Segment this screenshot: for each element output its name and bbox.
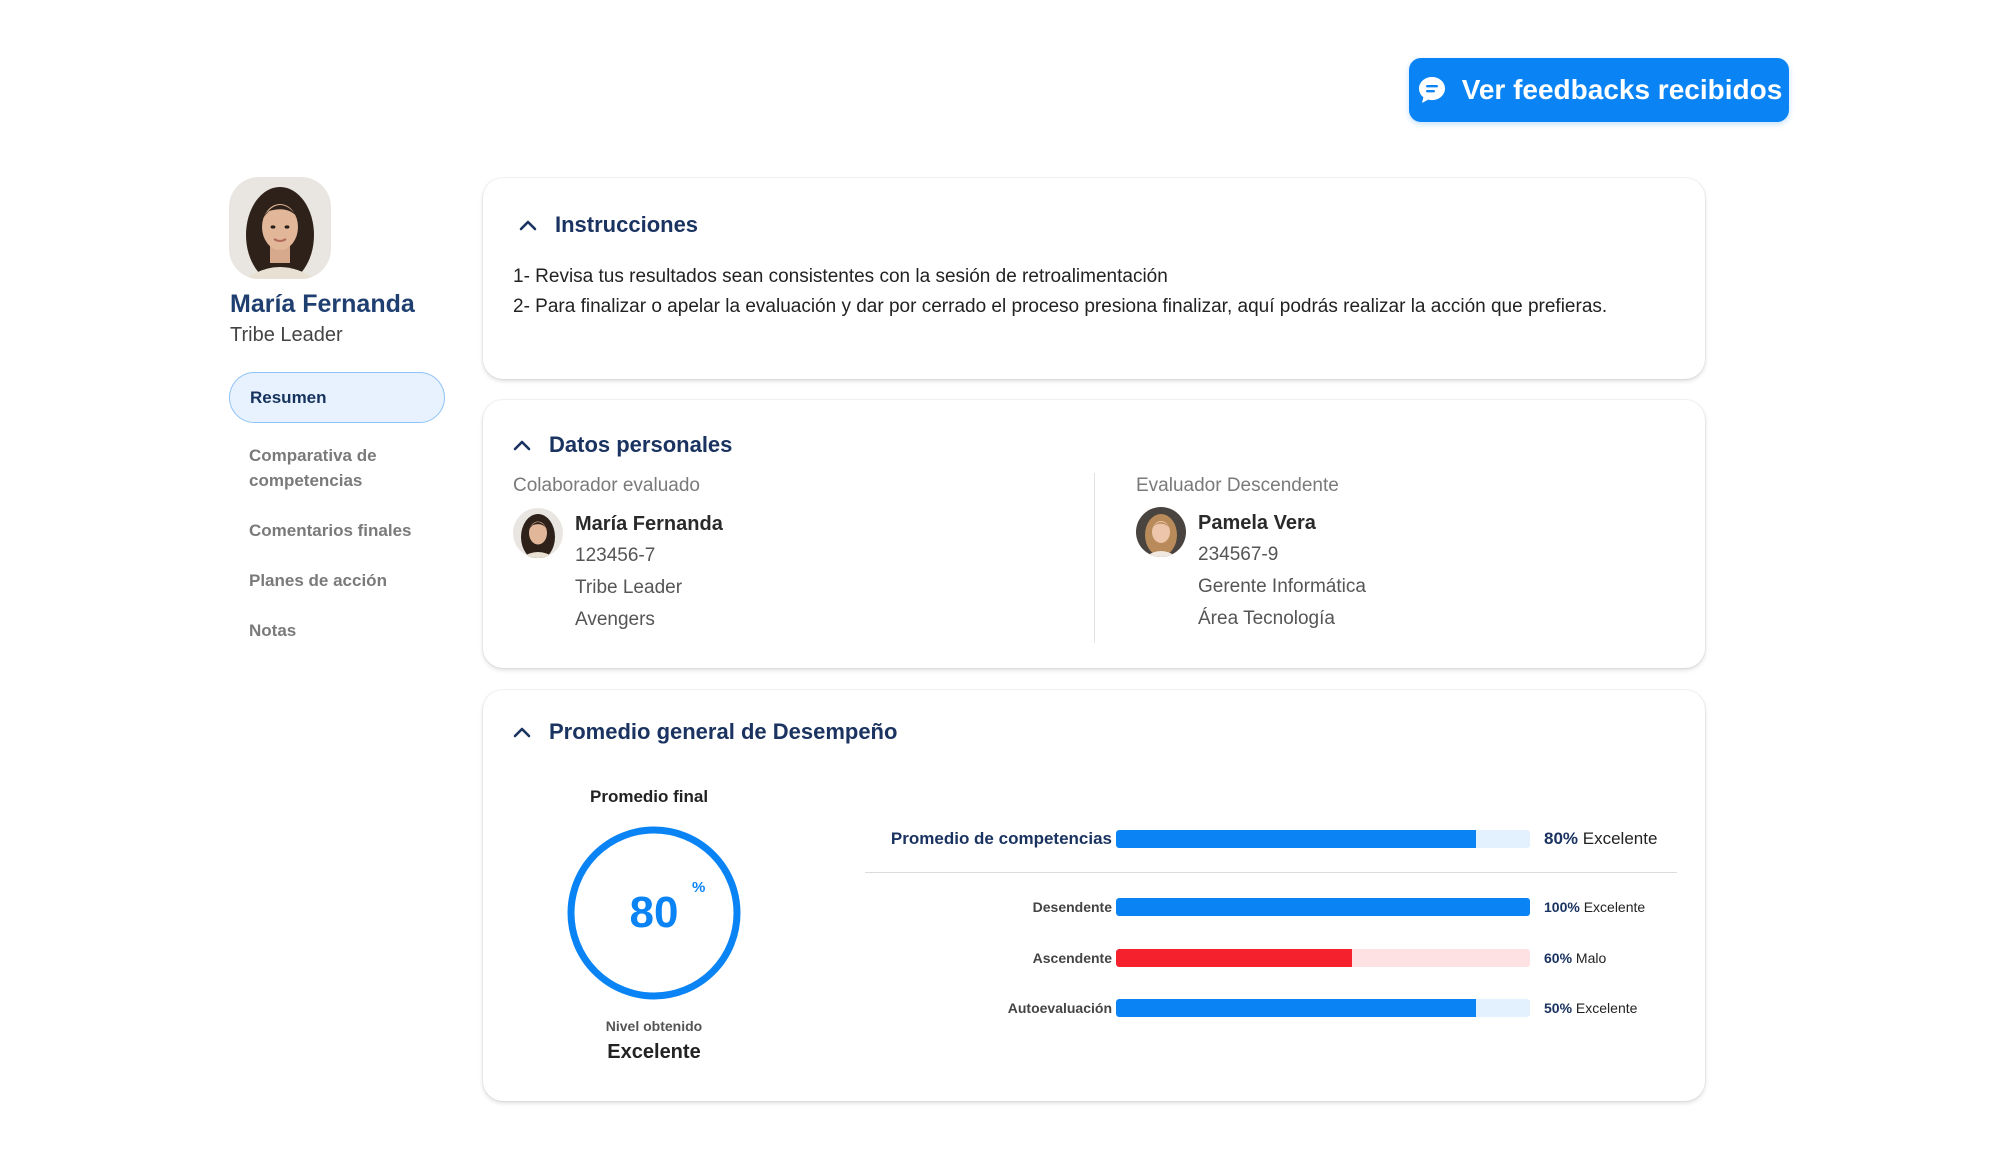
bar-percent: 80% xyxy=(1544,829,1579,848)
nav-item-planes[interactable]: Planes de acción xyxy=(229,568,445,593)
bar-fill xyxy=(1116,898,1530,916)
bar-fill xyxy=(1116,949,1352,967)
bars-separator xyxy=(865,872,1677,873)
bar-rating: Excelente xyxy=(1579,899,1646,915)
level-label: Nivel obtenido xyxy=(605,1018,703,1034)
performance-title: Promedio general de Desempeño xyxy=(549,719,898,744)
sidebar-nav: Resumen Comparativa de competencias Come… xyxy=(229,372,445,668)
bar-row-4: Autoevaluación 50% Excelente xyxy=(866,997,1666,1019)
bar-track xyxy=(1116,949,1530,967)
bar-rating: Malo xyxy=(1572,950,1607,966)
nav-item-resumen[interactable]: Resumen xyxy=(229,372,445,423)
performance-header[interactable]: Promedio general de Desempeño xyxy=(511,719,897,745)
instructions-card: Instrucciones 1- Revisa tus resultados s… xyxy=(483,178,1705,379)
bar-rating: Excelente xyxy=(1578,829,1658,848)
bar-value: 80% Excelente xyxy=(1544,828,1657,850)
personal-data-title: Datos personales xyxy=(549,432,733,457)
bar-track xyxy=(1116,898,1530,916)
profile-avatar xyxy=(229,177,331,279)
bar-fill xyxy=(1116,830,1477,848)
performance-card: Promedio general de Desempeño Promedio f… xyxy=(483,690,1705,1101)
evaluated-name: María Fernanda xyxy=(575,513,723,535)
evaluated-label: Colaborador evaluado xyxy=(513,475,700,496)
nav-item-comparativa[interactable]: Comparativa de competencias xyxy=(229,443,445,493)
bar-value: 50% Excelente xyxy=(1544,997,1637,1019)
nav-item-label: Comparativa de competencias xyxy=(249,446,377,490)
nav-item-notas[interactable]: Notas xyxy=(229,618,445,643)
final-average-label: Promedio final xyxy=(590,787,709,806)
evaluated-id: 123456-7 xyxy=(575,545,656,566)
instruction-line: 1- Revisa tus resultados sean consistent… xyxy=(513,266,1168,287)
chevron-up-icon xyxy=(513,727,531,738)
profile-name: María Fernanda xyxy=(230,290,415,318)
bar-row-3: Ascendente 60% Malo xyxy=(866,947,1666,969)
bar-percent: 50% xyxy=(1544,1000,1573,1016)
evaluator-id: 234567-9 xyxy=(1198,544,1279,565)
personal-data-card: Datos personales Colaborador evaluado Ma… xyxy=(483,400,1705,668)
instructions-header[interactable]: Instrucciones xyxy=(517,212,698,238)
profile-role: Tribe Leader xyxy=(230,324,343,346)
bar-row-2: Desendente 100% Excelente xyxy=(866,896,1666,918)
evaluated-role: Tribe Leader xyxy=(575,577,683,598)
evaluated-person: María Fernanda 123456-7 Tribe Leader Ave… xyxy=(513,508,723,636)
evaluator-role: Gerente Informática xyxy=(1198,576,1366,597)
bar-track xyxy=(1116,830,1530,848)
evaluator-label: Evaluador Descendente xyxy=(1136,475,1339,496)
view-feedback-button[interactable]: Ver feedbacks recibidos xyxy=(1409,58,1789,122)
bar-fill xyxy=(1116,999,1477,1017)
chevron-up-icon xyxy=(513,440,531,451)
chat-bubble-icon xyxy=(1418,77,1445,103)
chevron-up-icon xyxy=(519,220,537,231)
evaluator-name: Pamela Vera xyxy=(1198,512,1316,534)
bar-value: 60% Malo xyxy=(1544,947,1606,969)
nav-item-label: Notas xyxy=(249,621,297,640)
bar-row-1: Promedio de competencias 80% Excelente xyxy=(866,828,1666,850)
evaluator-area: Área Tecnología xyxy=(1198,608,1335,629)
column-divider xyxy=(1094,473,1095,643)
bar-label: Promedio de competencias xyxy=(890,829,1112,848)
nav-item-label: Resumen xyxy=(250,388,327,407)
nav-item-comentarios[interactable]: Comentarios finales xyxy=(229,518,445,543)
instructions-title: Instrucciones xyxy=(555,212,699,237)
level-value: Excelente xyxy=(607,1041,701,1063)
evaluator-person: Pamela Vera 234567-9 Gerente Informática… xyxy=(1136,507,1366,635)
instructions-text: 1- Revisa tus resultados sean consistent… xyxy=(513,262,1613,322)
evaluated-team: Avengers xyxy=(575,609,655,630)
final-average-unit: % xyxy=(692,879,706,896)
bar-label: Autoevaluación xyxy=(1007,1000,1112,1016)
bar-rating: Excelente xyxy=(1572,1000,1638,1016)
instruction-line: 2- Para finalizar o apelar la evaluación… xyxy=(513,296,1608,317)
nav-item-label: Planes de acción xyxy=(249,571,387,590)
bar-label: Desendente xyxy=(1032,899,1112,915)
final-average-gauge: 80 % xyxy=(566,825,742,1001)
evaluator-avatar xyxy=(1136,507,1186,557)
bar-value: 100% Excelente xyxy=(1544,896,1645,918)
bar-label: Ascendente xyxy=(1032,950,1112,966)
bar-percent: 100% xyxy=(1544,899,1580,915)
evaluated-avatar xyxy=(513,508,563,558)
view-feedback-label: Ver feedbacks recibidos xyxy=(1461,74,1783,105)
bar-track xyxy=(1116,999,1530,1017)
nav-item-label: Comentarios finales xyxy=(249,521,412,540)
final-average-value: 80 xyxy=(629,888,679,937)
personal-data-header[interactable]: Datos personales xyxy=(511,432,732,458)
bar-percent: 60% xyxy=(1544,950,1573,966)
